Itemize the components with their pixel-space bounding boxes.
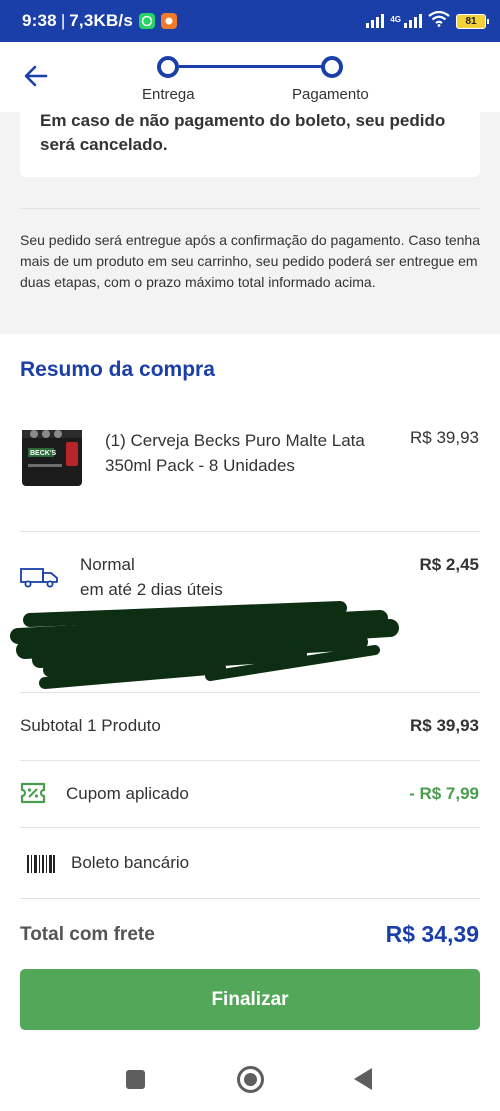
svg-text:BECK'S: BECK'S bbox=[30, 450, 56, 457]
product-price: R$ 39,93 bbox=[410, 428, 479, 447]
warning-card: Em caso de não pagamento do boleto, seu … bbox=[20, 111, 480, 177]
divider bbox=[20, 692, 480, 693]
stepper-line bbox=[179, 65, 321, 68]
shipping-days: em até 2 dias úteis bbox=[80, 580, 223, 599]
divider bbox=[20, 208, 480, 209]
status-bar: 9:38 | 7,3KB/s 4G 81 bbox=[0, 0, 500, 42]
coupon-value: - R$ 7,99 bbox=[409, 784, 479, 803]
payment-notice-section: Em caso de não pagamento do boleto, seu … bbox=[0, 111, 500, 334]
system-nav-bar bbox=[0, 1050, 500, 1111]
step-label-entrega: Entrega bbox=[142, 86, 195, 103]
signal-4g-label: 4G bbox=[390, 14, 401, 24]
status-separator: | bbox=[60, 11, 66, 30]
coupon-ticket-icon bbox=[20, 782, 46, 804]
battery-level: 81 bbox=[465, 15, 477, 27]
step-dot-entrega[interactable] bbox=[157, 56, 179, 78]
battery-icon: 81 bbox=[456, 13, 489, 29]
back-icon[interactable] bbox=[354, 1068, 372, 1090]
product-image: BECK'S bbox=[22, 430, 82, 486]
wifi-icon bbox=[428, 10, 450, 32]
payment-method-label: Boleto bancário bbox=[71, 853, 190, 872]
checkout-header: Entrega Pagamento bbox=[0, 42, 500, 112]
arrow-left-icon[interactable] bbox=[22, 62, 50, 90]
app-notification-icon bbox=[161, 13, 178, 29]
summary-title: Resumo da compra bbox=[20, 358, 215, 381]
home-icon[interactable] bbox=[237, 1066, 264, 1093]
step-label-pagamento: Pagamento bbox=[292, 86, 369, 103]
coupon-label: Cupom aplicado bbox=[66, 784, 189, 803]
step-dot-pagamento[interactable] bbox=[321, 56, 343, 78]
whatsapp-icon bbox=[139, 13, 156, 29]
barcode-icon bbox=[27, 855, 55, 873]
delivery-info-text: Seu pedido será entregue após a confirma… bbox=[20, 232, 480, 290]
status-speed: 7,3KB/s bbox=[69, 11, 134, 30]
truck-icon bbox=[20, 568, 58, 588]
finalize-button[interactable]: Finalizar bbox=[20, 969, 480, 1030]
recent-apps-icon[interactable] bbox=[126, 1070, 145, 1089]
subtotal-value: R$ 39,93 bbox=[410, 716, 479, 735]
divider bbox=[20, 760, 480, 761]
subtotal-label: Subtotal 1 Produto bbox=[20, 716, 161, 735]
signal-icon bbox=[366, 14, 385, 28]
total-value: R$ 34,39 bbox=[385, 921, 479, 947]
divider bbox=[20, 531, 480, 532]
divider bbox=[20, 898, 480, 899]
signal-4g-icon bbox=[404, 14, 422, 28]
shipping-price: R$ 2,45 bbox=[419, 555, 479, 574]
redaction-scribble bbox=[10, 601, 399, 689]
boleto-warning-text: Em caso de não pagamento do boleto, seu … bbox=[40, 111, 446, 154]
divider bbox=[20, 827, 480, 828]
status-time: 9:38 bbox=[22, 11, 57, 30]
product-name: (1) Cerveja Becks Puro Malte Lata 350ml … bbox=[105, 431, 365, 475]
total-label: Total com frete bbox=[20, 924, 155, 945]
shipping-method: Normal bbox=[80, 555, 135, 574]
